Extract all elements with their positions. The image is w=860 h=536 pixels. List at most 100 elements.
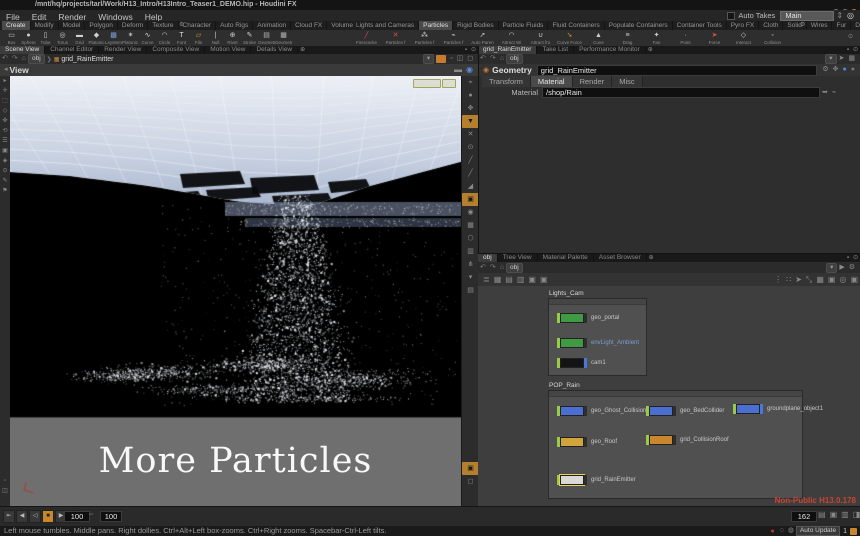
playbar-option-icon[interactable]: ▥ [839,511,851,519]
pane-tab[interactable]: Material Palette [538,254,594,262]
shelf-tab[interactable]: Rigid Bodies [453,21,499,30]
shelf-tool[interactable]: ∣Null [207,31,224,45]
menu-item[interactable]: Windows [92,12,138,22]
shelf-tool[interactable]: ✕Particles f [381,31,410,45]
shelf-tab[interactable]: Lights and Cameras [352,21,419,30]
network-box-title[interactable]: POP_Rain [549,382,580,389]
network-tool-icon[interactable]: ▣ [526,273,538,286]
shelf-tab[interactable]: Modify [31,21,59,30]
shelf-tool[interactable]: ◇Interact [729,31,758,45]
path-dropdown-icon[interactable]: ▾ [826,263,837,273]
gear-icon[interactable]: ⚙ [820,66,830,74]
menu-item[interactable]: File [0,12,26,22]
playbar-option-icon[interactable]: ◨ [851,511,860,519]
network-editor-canvas[interactable]: Lights_Cam geo_portal envLight_Ambient [478,286,860,506]
home-icon[interactable]: ⌂ [498,263,506,273]
shelf-tool[interactable]: ➤Force [700,31,729,45]
cache-icon[interactable]: ◍ [786,527,796,535]
folder-tab[interactable]: Transform [482,76,531,87]
forward-icon[interactable]: ↷ [488,263,498,273]
snapshot-icon[interactable] [436,55,446,63]
shelf-tool[interactable]: ·Point [671,31,700,45]
path-node[interactable]: grid_RainEmitter [59,56,113,63]
shelf-tool[interactable]: ▤Geometry [258,31,275,45]
viewport-tool-icon[interactable]: ▼ [462,115,479,128]
tool-icon[interactable]: ✛ [0,86,10,96]
transport-button[interactable]: ◀ [16,510,28,523]
collapse-icon[interactable]: ◂ [0,66,10,74]
shelf-overflow-icon[interactable]: ⊙ [846,33,855,41]
back-icon[interactable]: ↶ [478,263,488,273]
shelf-tab[interactable]: Populate Containers [605,21,673,30]
mute-icon[interactable]: ◌ [778,527,786,535]
viewport-tool-icon[interactable]: ● [462,89,479,102]
layout-icon[interactable]: ◻ [465,55,475,63]
shelf-tool[interactable]: ⌁Particles f [439,31,468,45]
shelf-tool[interactable]: ◎Torus [54,31,71,45]
viewport-tool-icon[interactable]: ⌖ [462,76,479,89]
network-tool-icon[interactable]: ⤡ [804,273,814,286]
network-node[interactable]: envLight_Ambient [557,338,639,348]
network-tool-icon[interactable]: ▣ [848,273,860,286]
viewport-tool-icon[interactable]: ▣ [462,193,479,206]
network-node[interactable]: cam1 [557,358,606,368]
shelf-tab[interactable]: Polygon [85,21,118,30]
folder-tab[interactable]: Misc [612,76,642,87]
node-icon[interactable] [560,437,584,447]
shelf-tab[interactable]: Drive Simulation [851,21,860,30]
pane-tab[interactable]: obj [478,254,498,262]
pane-tab[interactable]: Motion View [205,46,251,54]
tool-icon[interactable]: ◫ [0,486,10,496]
shelf-tool[interactable]: ⊕Rivet [224,31,241,45]
moveparm-icon[interactable]: ✥ [831,66,841,74]
viewport-tool-icon[interactable]: ✥ [462,102,479,115]
network-node[interactable]: groundplane_object1 [733,404,823,414]
transport-button[interactable]: ⇤ [3,510,15,523]
tool-icon[interactable]: ▣ [0,146,10,156]
home-icon[interactable]: ⌂ [498,54,506,64]
pane-tab[interactable]: Composite View [147,46,205,54]
shelf-gear-icon[interactable]: ⚙ [798,21,807,30]
shelf-tab[interactable]: Container Tools [673,21,727,30]
arrow-icon[interactable]: ➤ [837,55,847,63]
path-root-chip[interactable]: obj [506,263,523,273]
network-tool-icon[interactable]: ▣ [826,273,838,286]
pane-tab[interactable]: Render View [99,46,147,54]
shelf-tab[interactable]: Wires [807,21,833,30]
pane-tab[interactable]: Details View [251,46,298,54]
network-node[interactable]: grid_CollisionRoof [646,435,729,445]
folder-tab[interactable]: Material [531,76,573,87]
shelf-tab[interactable]: Particles [419,21,453,30]
shelf-tool[interactable]: ◦Collision [758,31,787,45]
network-box-pop-rain[interactable]: geo_Ghost_Collision geo_BedCollider grou… [548,390,803,499]
shelf-tool[interactable]: ▲Cone [584,31,613,45]
auto-update-selector[interactable]: Auto Update [796,526,840,536]
record-icon[interactable]: ● [767,528,777,535]
shelf-gear-icon[interactable]: ⚙ [177,21,186,30]
shelf-tab[interactable]: Create [2,21,31,30]
shelf-tool[interactable]: ✦Fan [642,31,671,45]
menu-item[interactable]: Render [52,12,92,22]
tool-icon[interactable]: ⚑ [0,186,10,196]
network-tool-icon[interactable]: ⋮ [772,273,784,286]
viewport-tool-icon[interactable]: ▾ [462,271,479,284]
node-icon[interactable] [649,435,673,445]
shelf-tool[interactable]: ╱Firecracke [352,31,381,45]
shelf-tab[interactable]: Deform [118,21,148,30]
viewport-tool-icon[interactable]: ▦ [462,219,479,232]
network-tool-icon[interactable]: ▣ [538,273,550,286]
path-dropdown-icon[interactable]: ▾ [825,54,836,64]
shelf-tab[interactable]: Fur [832,21,851,30]
viewport-tool-icon[interactable]: ◢ [462,180,479,193]
shelf-tool[interactable]: ▱File [190,31,207,45]
help-icon[interactable]: ● [841,66,849,74]
add-tab-icon[interactable]: ⊕ [647,254,656,262]
home-icon[interactable]: ⌂ [20,54,28,64]
playbar-option-icon[interactable]: ▣ [828,511,840,519]
jump-icon[interactable]: ➥ [820,89,830,97]
add-tab-icon[interactable]: ⊕ [298,46,307,54]
pane-split-icon[interactable]: ⊙ [851,254,860,262]
shelf-tool[interactable]: ➚Auto Paren [468,31,497,45]
pane-tab[interactable]: Tree View [498,254,538,262]
back-icon[interactable]: ↶ [478,54,488,64]
